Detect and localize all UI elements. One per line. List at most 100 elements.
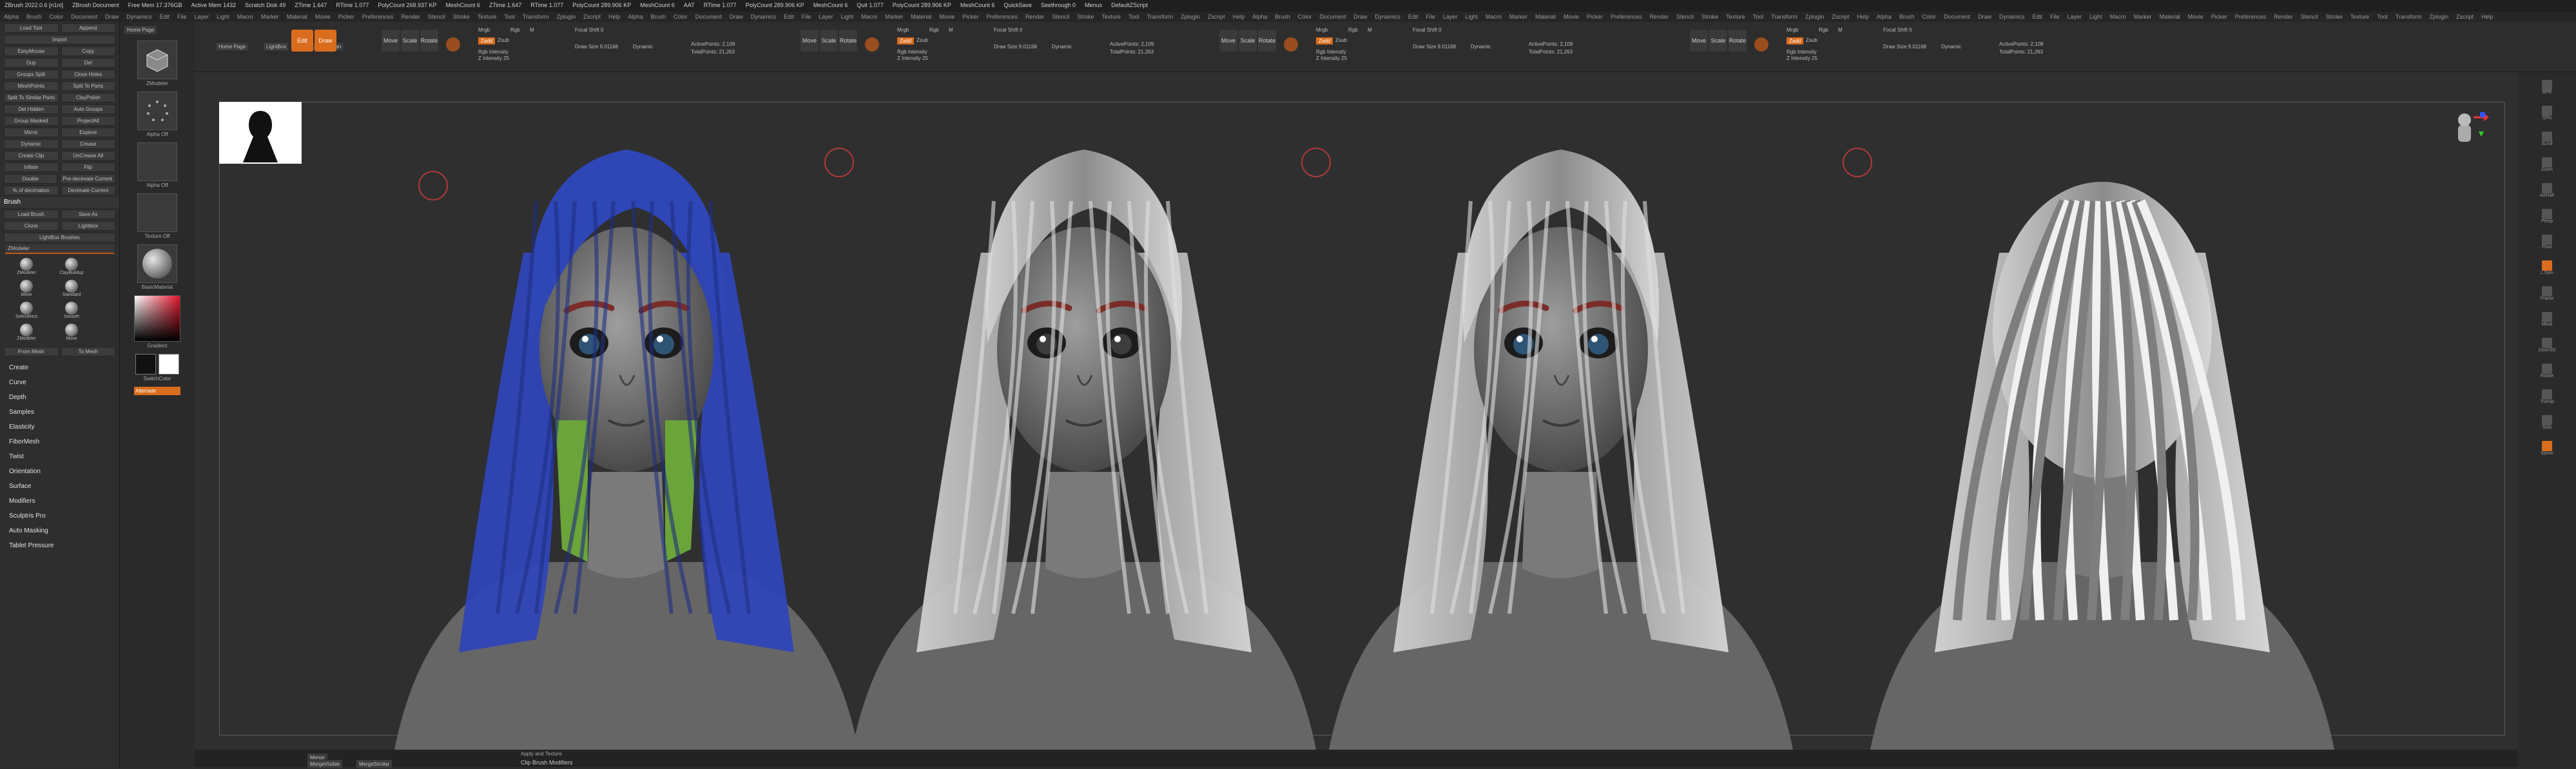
menu-preferences[interactable]: Preferences — [1607, 12, 1646, 22]
menu-file[interactable]: File — [173, 12, 191, 22]
scale-button[interactable]: Scale — [1239, 30, 1257, 52]
subtool-action-button[interactable]: Copy — [61, 46, 115, 56]
menu-picker[interactable]: Picker — [2207, 12, 2231, 22]
menu-draw[interactable]: Draw — [101, 12, 122, 22]
menu-render[interactable]: Render — [397, 12, 424, 22]
tool-thumbnail[interactable] — [137, 41, 177, 79]
menu-movie[interactable]: Movie — [1560, 12, 1583, 22]
right-tool-aahalf[interactable]: AAHalf — [2536, 179, 2558, 201]
material-orb-icon[interactable] — [446, 37, 460, 52]
right-tool-persp[interactable]: Persp — [2536, 205, 2558, 227]
subtool-action-button[interactable]: Split To Similar Parts — [4, 93, 59, 102]
menu-zplugin[interactable]: Zplugin — [553, 12, 580, 22]
menu-edit[interactable]: Edit — [2029, 12, 2047, 22]
dynamic-control[interactable]: Dynamic — [1471, 44, 1491, 50]
m-control[interactable]: M — [1838, 27, 1843, 33]
subtool-action-button[interactable]: ClayPolish — [61, 93, 115, 102]
subtool-action-button[interactable]: Crease — [61, 139, 115, 149]
right-tool-frame[interactable]: Frame — [2536, 282, 2558, 304]
menu-help[interactable]: Help — [1853, 12, 1873, 22]
switch-color-label[interactable]: SwitchColor — [120, 376, 195, 382]
menu-color[interactable]: Color — [46, 12, 68, 22]
menu-color[interactable]: Color — [670, 12, 692, 22]
move-button[interactable]: Move — [1690, 30, 1708, 52]
menu-light[interactable]: Light — [837, 12, 858, 22]
menu-stencil[interactable]: Stencil — [2297, 12, 2322, 22]
scale-button[interactable]: Scale — [820, 30, 838, 52]
rgbint-control[interactable]: Rgb Intensity — [1316, 49, 1346, 55]
menu-bar[interactable]: Alpha Brush Color Document Draw Dynamics Edit F… — [0, 12, 2576, 22]
subtool-action-button[interactable]: Del — [61, 58, 115, 68]
edit-button[interactable]: Edit — [291, 30, 313, 52]
material-orb-icon[interactable] — [1754, 37, 1768, 52]
save-as-button[interactable]: Save As — [61, 209, 115, 219]
home-page-tab[interactable]: Home Page — [215, 42, 249, 52]
brush-zmodeler[interactable]: ZModeler — [5, 258, 48, 277]
intensity-control[interactable]: Z Intensity 25 — [478, 55, 509, 61]
subtool-action-button[interactable]: Close Holes — [61, 70, 115, 79]
menu-brush[interactable]: Brush — [23, 12, 46, 22]
drawsize-control[interactable]: Draw Size 9.01168 — [1413, 44, 1456, 50]
intensity-control[interactable]: Z Intensity 25 — [1316, 55, 1347, 61]
brush-claybuildup[interactable]: ClayBuildup — [50, 258, 93, 277]
zsub-control[interactable]: Zsub — [1335, 37, 1347, 43]
material-thumbnail[interactable] — [137, 244, 177, 283]
rgb-control[interactable]: Rgb — [1819, 27, 1828, 33]
mrgb-control[interactable]: Mrgb — [1787, 27, 1798, 33]
lightbox-brushes-button[interactable]: LightBox Brushes — [4, 233, 115, 242]
right-tool-spix[interactable]: SPix — [2536, 102, 2558, 124]
draw-button[interactable]: Draw — [315, 30, 336, 52]
menu-document[interactable]: Document — [67, 12, 101, 22]
menu-zscript[interactable]: Zscript — [1828, 12, 1853, 22]
submenu-twist[interactable]: Twist — [0, 450, 119, 465]
right-tool-transp[interactable]: Transp — [2536, 385, 2558, 407]
menu-movie[interactable]: Movie — [311, 12, 334, 22]
zsub-control[interactable]: Zsub — [498, 37, 509, 43]
menu-help[interactable]: Help — [2477, 12, 2497, 22]
rgbint-control[interactable]: Rgb Intensity — [897, 49, 927, 55]
submenu-depth[interactable]: Depth — [0, 391, 119, 405]
to-mesh-button[interactable]: To Mesh — [61, 347, 115, 356]
menu-edit[interactable]: Edit — [780, 12, 798, 22]
menu-zscript[interactable]: Zscript — [2452, 12, 2477, 22]
menu-file[interactable]: File — [2046, 12, 2064, 22]
secondary-color-swatch[interactable] — [159, 354, 179, 375]
menu-file[interactable]: File — [1422, 12, 1439, 22]
subtool-action-button[interactable]: EasyMouse — [4, 46, 59, 56]
move-button[interactable]: Move — [1219, 30, 1237, 52]
submenu-samples[interactable]: Samples — [0, 405, 119, 420]
menu-transform[interactable]: Transform — [1143, 12, 1177, 22]
menu-preferences[interactable]: Preferences — [358, 12, 398, 22]
menu-edit[interactable]: Edit — [156, 12, 174, 22]
menu-stroke[interactable]: Stroke — [1698, 12, 1722, 22]
subtool-action-button[interactable]: % of decimation — [4, 186, 59, 195]
dynamic-control[interactable]: Dynamic — [1052, 44, 1072, 50]
subtool-action-button[interactable]: MeshPoints — [4, 81, 59, 91]
right-tool-move[interactable]: Move — [2536, 308, 2558, 330]
menu-color[interactable]: Color — [1918, 12, 1940, 22]
menu-brush[interactable]: Brush — [1271, 12, 1294, 22]
menu-brush[interactable]: Brush — [647, 12, 670, 22]
menu-layer[interactable]: Layer — [1439, 12, 1462, 22]
focal-control[interactable]: Focal Shift 0 — [1413, 27, 1441, 33]
scale-button[interactable]: Scale — [401, 30, 419, 52]
menu-transform[interactable]: Transform — [1767, 12, 1801, 22]
mrgb-control[interactable]: Mrgb — [478, 27, 490, 33]
subtool-action-button[interactable]: UnCrease All — [61, 151, 115, 161]
menu-layer[interactable]: Layer — [2064, 12, 2086, 22]
focal-control[interactable]: Focal Shift 0 — [575, 27, 603, 33]
m-control[interactable]: M — [530, 27, 534, 33]
move-button[interactable]: Move — [800, 30, 818, 52]
rotate-button[interactable]: Rotate — [1258, 30, 1276, 52]
subtool-action-button[interactable]: Group Masked — [4, 116, 59, 126]
menu-file[interactable]: File — [798, 12, 815, 22]
menu-alpha[interactable]: Alpha — [0, 12, 23, 22]
submenu-auto-masking[interactable]: Auto Masking — [0, 524, 119, 539]
right-tool-xpose[interactable]: Xpose — [2536, 437, 2558, 459]
brush-move[interactable]: Move — [50, 324, 93, 343]
menu-zscript[interactable]: Zscript — [1204, 12, 1229, 22]
menu-draw[interactable]: Draw — [1350, 12, 1371, 22]
menu-picker[interactable]: Picker — [958, 12, 982, 22]
move-button[interactable]: Move — [382, 30, 400, 52]
main-color-swatch[interactable] — [135, 354, 156, 375]
